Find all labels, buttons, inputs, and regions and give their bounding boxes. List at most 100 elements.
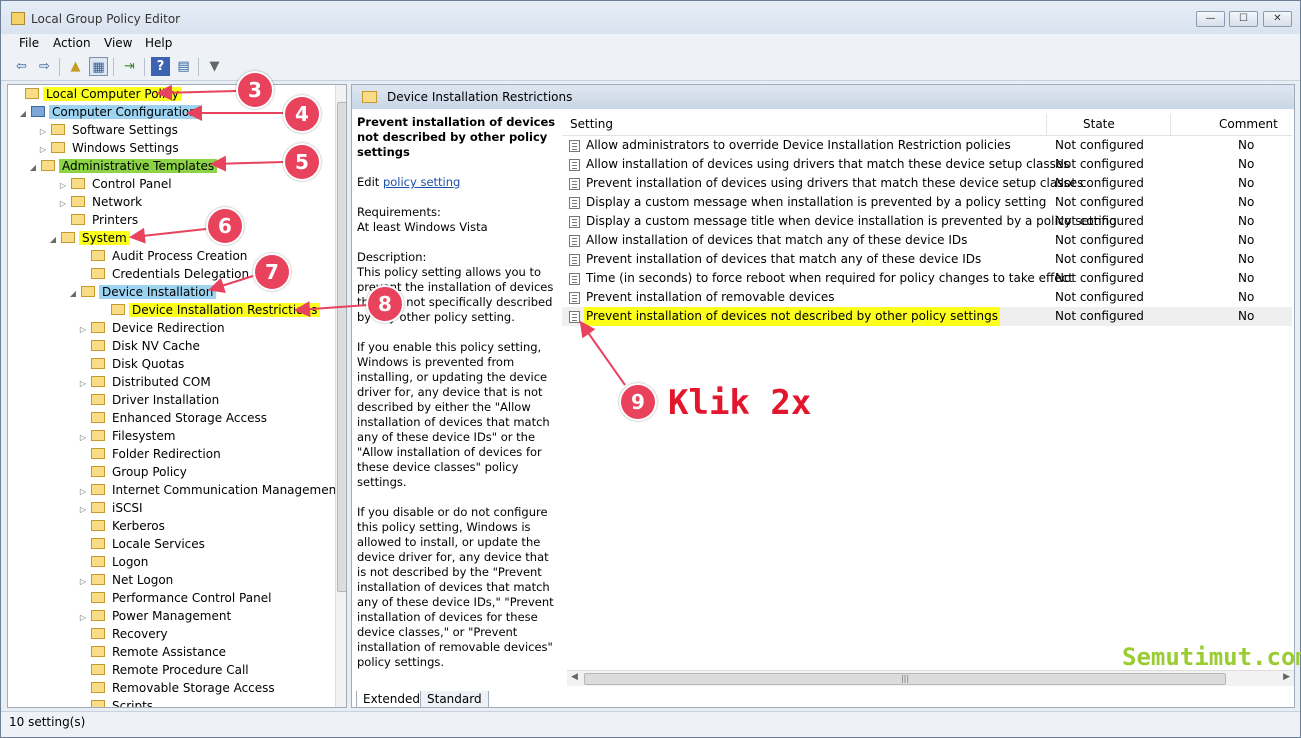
- tree-node[interactable]: Local Computer Policy: [12, 86, 182, 103]
- expand-arrow-icon[interactable]: ▷: [78, 483, 88, 500]
- setting-row[interactable]: Prevent installation of removable device…: [562, 288, 1292, 307]
- tree-node[interactable]: ◢ Administrative Templates: [28, 158, 218, 176]
- tree-scroll-thumb[interactable]: [337, 102, 346, 592]
- expand-arrow-icon[interactable]: ▷: [58, 195, 68, 212]
- collapse-arrow-icon[interactable]: ◢: [28, 159, 38, 176]
- tree-node[interactable]: Audit Process Creation: [78, 248, 250, 265]
- tree-node-label: Driver Installation: [112, 393, 220, 407]
- status-bar: 10 setting(s): [1, 711, 1300, 737]
- expand-arrow-icon[interactable]: ▷: [78, 429, 88, 446]
- policy-setting-link[interactable]: policy setting: [383, 175, 460, 189]
- folder-icon: [91, 430, 105, 441]
- export-list-icon[interactable]: ⇥: [120, 57, 139, 76]
- setting-state: Not configured: [1055, 233, 1144, 247]
- tree-node[interactable]: ▷ Internet Communication Management: [78, 482, 344, 499]
- properties-icon[interactable]: ▤: [174, 57, 193, 76]
- requirements-label: Requirements:: [357, 205, 441, 219]
- setting-row[interactable]: Time (in seconds) to force reboot when r…: [562, 269, 1292, 288]
- tree-node[interactable]: Remote Procedure Call: [78, 662, 252, 679]
- tree-node[interactable]: Driver Installation: [78, 392, 222, 409]
- setting-row[interactable]: Display a custom message title when devi…: [562, 212, 1292, 231]
- tree-node[interactable]: Scripts: [78, 698, 156, 707]
- collapse-arrow-icon[interactable]: ◢: [68, 285, 78, 302]
- tree-node[interactable]: Logon: [78, 554, 151, 571]
- tree-node[interactable]: Removable Storage Access: [78, 680, 278, 697]
- expand-arrow-icon[interactable]: ▷: [38, 123, 48, 140]
- tree-node[interactable]: ▷ Software Settings: [38, 122, 181, 139]
- expand-arrow-icon[interactable]: ▷: [78, 609, 88, 626]
- setting-row[interactable]: Prevent installation of devices not desc…: [562, 307, 1292, 326]
- tree-node[interactable]: ▷ Control Panel: [58, 176, 175, 193]
- col-comment[interactable]: Comment: [1219, 117, 1278, 131]
- tree-node[interactable]: ◢ System: [48, 230, 130, 247]
- expand-arrow-icon[interactable]: ▷: [58, 177, 68, 194]
- show-hide-tree-icon[interactable]: ▦: [89, 57, 108, 76]
- folder-icon: [71, 214, 85, 225]
- tab-standard[interactable]: Standard: [420, 691, 489, 708]
- scroll-right-icon[interactable]: ▶: [1283, 672, 1290, 682]
- setting-row[interactable]: Allow installation of devices that match…: [562, 231, 1292, 250]
- tree-node[interactable]: Credentials Delegation: [78, 266, 252, 283]
- tree-node[interactable]: Recovery: [78, 626, 171, 643]
- menu-view[interactable]: View: [104, 34, 132, 52]
- menu-help[interactable]: Help: [145, 34, 172, 52]
- back-arrow-icon[interactable]: ⇦: [12, 57, 31, 76]
- tree-node[interactable]: Remote Assistance: [78, 644, 229, 661]
- expand-arrow-icon[interactable]: ▷: [78, 321, 88, 338]
- setting-row[interactable]: Prevent installation of devices that mat…: [562, 250, 1292, 269]
- tree-node[interactable]: ▷ Windows Settings: [38, 140, 182, 157]
- setting-row[interactable]: Allow installation of devices using driv…: [562, 155, 1292, 174]
- col-setting[interactable]: Setting: [570, 117, 613, 131]
- description-para3: If you disable or do not configure this …: [357, 505, 554, 669]
- menu-action[interactable]: Action: [53, 34, 91, 52]
- tab-extended[interactable]: Extended: [356, 691, 427, 708]
- tree-node[interactable]: Disk Quotas: [78, 356, 187, 373]
- maximize-button[interactable]: ☐: [1229, 11, 1258, 27]
- expand-arrow-icon[interactable]: ▷: [78, 375, 88, 392]
- tree-node[interactable]: ▷ Filesystem: [78, 428, 178, 445]
- list-hscroll-thumb[interactable]: |||: [584, 673, 1226, 685]
- col-state[interactable]: State: [1083, 117, 1115, 131]
- tree-node[interactable]: Device Installation Restrictions: [98, 302, 321, 319]
- tree-node[interactable]: Folder Redirection: [78, 446, 224, 463]
- tree-scrollbar[interactable]: [335, 85, 346, 707]
- tree-node[interactable]: Printers: [58, 212, 141, 229]
- folder-icon: [91, 664, 105, 675]
- collapse-arrow-icon[interactable]: ◢: [48, 231, 58, 248]
- tree-node[interactable]: ▷ Distributed COM: [78, 374, 214, 391]
- tree-node[interactable]: Performance Control Panel: [78, 590, 274, 607]
- tree-node[interactable]: ◢ Computer Configuration: [18, 104, 200, 121]
- tree-node[interactable]: ▷ Device Redirection: [78, 320, 228, 337]
- tree-node[interactable]: Locale Services: [78, 536, 208, 553]
- setting-comment: No: [1238, 271, 1255, 285]
- collapse-arrow-icon[interactable]: ◢: [18, 105, 28, 122]
- tree-node[interactable]: ▷ iSCSI: [78, 500, 146, 517]
- expand-arrow-icon[interactable]: ▷: [78, 573, 88, 590]
- close-button[interactable]: ✕: [1263, 11, 1292, 27]
- tree-node-label: Remote Procedure Call: [112, 663, 249, 677]
- expand-arrow-icon[interactable]: ▷: [38, 141, 48, 158]
- tree-node[interactable]: Disk NV Cache: [78, 338, 203, 355]
- tree-node[interactable]: ▷ Network: [58, 194, 145, 211]
- setting-row[interactable]: Prevent installation of devices using dr…: [562, 174, 1292, 193]
- tree-node[interactable]: Kerberos: [78, 518, 168, 535]
- folder-icon: [91, 268, 105, 279]
- tree-node[interactable]: ▷ Net Logon: [78, 572, 176, 589]
- list-hscrollbar[interactable]: ◀ ||| ▶: [567, 670, 1294, 686]
- tree-node[interactable]: ◢ Device Installation: [68, 284, 217, 302]
- expand-arrow-icon[interactable]: ▷: [78, 501, 88, 518]
- tree-node[interactable]: Group Policy: [78, 464, 190, 481]
- tree-node-label: Group Policy: [112, 465, 187, 479]
- tree-node[interactable]: ▷ Power Management: [78, 608, 234, 625]
- tree-node[interactable]: Enhanced Storage Access: [78, 410, 270, 427]
- setting-row[interactable]: Allow administrators to override Device …: [562, 136, 1292, 155]
- forward-arrow-icon[interactable]: ⇨: [35, 57, 54, 76]
- help-icon[interactable]: ?: [151, 57, 170, 76]
- menu-file[interactable]: File: [19, 34, 39, 52]
- title-bar: Local Group Policy Editor — ☐ ✕: [1, 1, 1300, 34]
- minimize-button[interactable]: —: [1196, 11, 1225, 27]
- up-folder-icon[interactable]: ▲: [66, 57, 85, 76]
- setting-row[interactable]: Display a custom message when installati…: [562, 193, 1292, 212]
- filter-icon[interactable]: ▼: [205, 57, 224, 76]
- scroll-left-icon[interactable]: ◀: [571, 672, 578, 682]
